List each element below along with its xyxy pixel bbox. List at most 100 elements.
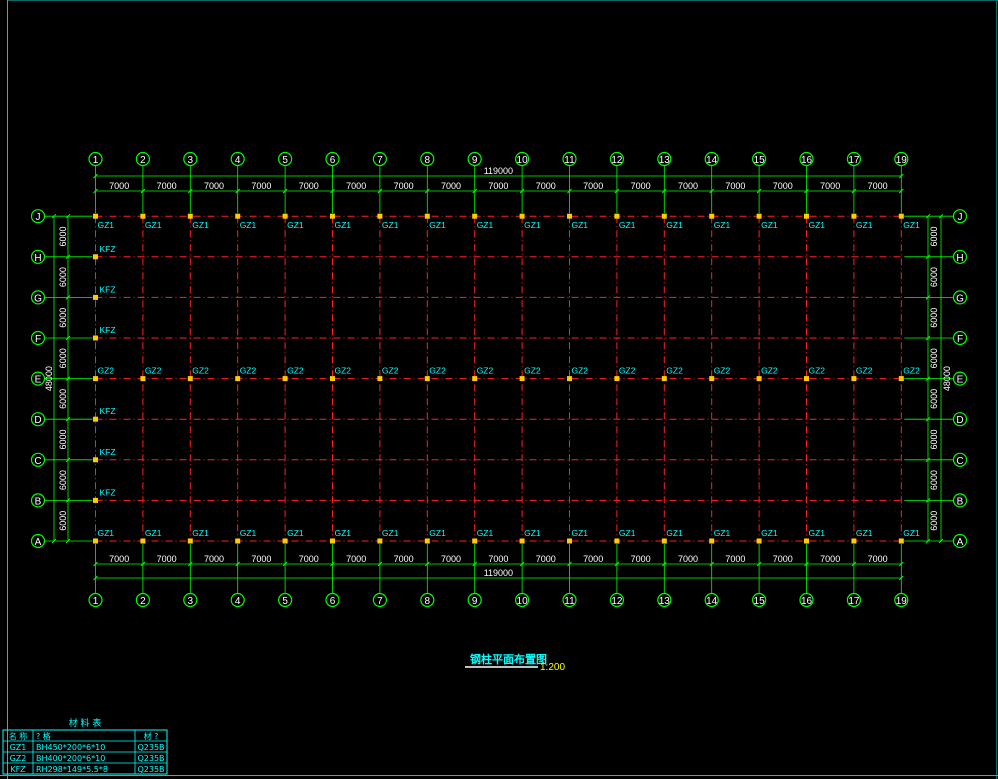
column-J-16 <box>804 213 809 219</box>
column-J-9 <box>472 213 478 219</box>
column-A-5-label: GZ1 <box>287 528 304 538</box>
column-J-7-label: GZ1 <box>382 220 399 230</box>
column-A-15-label: GZ1 <box>761 528 778 538</box>
column-J-1 <box>93 213 98 219</box>
axis-label-bottom-4: 4 <box>235 596 241 607</box>
axis-label-left-J: J <box>36 212 41 223</box>
column-E-1-label: GZ2 <box>98 366 115 376</box>
dim-bay-x-top-6: 7000 <box>346 181 366 191</box>
table-cell-3-0: KFZ <box>10 765 26 774</box>
axis-label-right-F: F <box>957 334 963 345</box>
column-kfz-F-label: KFZ <box>100 325 116 335</box>
dim-bay-x-top-2: 7000 <box>157 181 177 191</box>
column-A-14 <box>709 538 715 544</box>
column-E-17 <box>851 376 857 382</box>
dim-bay-x-bottom-6: 7000 <box>346 554 366 564</box>
column-J-7 <box>377 213 383 219</box>
column-A-7 <box>377 538 383 544</box>
dim-bay-y-left-2: 6000 <box>58 470 68 490</box>
dim-bay-y-right-1: 6000 <box>929 511 939 531</box>
dim-bay-x-bottom-5: 7000 <box>299 554 319 564</box>
column-A-19 <box>898 538 904 544</box>
column-kfz-C-label: KFZ <box>100 447 116 457</box>
column-E-11 <box>567 376 572 382</box>
column-A-4 <box>235 538 241 544</box>
column-J-11 <box>567 213 572 219</box>
column-E-8-label: GZ2 <box>429 366 446 376</box>
axis-label-left-C: C <box>34 456 41 467</box>
column-E-14-label: GZ2 <box>714 366 731 376</box>
grid-layer <box>95 215 902 542</box>
column-E-13 <box>661 376 667 382</box>
dim-bay-x-top-17: 7000 <box>868 181 888 191</box>
axis-label-bottom-6: 6 <box>330 596 336 607</box>
dim-total-x-bottom: 119000 <box>484 568 513 578</box>
column-A-8 <box>424 538 430 544</box>
dim-bay-x-bottom-13: 7000 <box>678 554 698 564</box>
column-A-16-label: GZ1 <box>809 528 826 538</box>
axis-label-left-A: A <box>35 537 42 548</box>
dim-bay-x-top-10: 7000 <box>536 181 556 191</box>
column-E-10 <box>519 376 525 382</box>
column-kfz-B-label: KFZ <box>100 487 116 497</box>
axis-label-right-G: G <box>956 293 964 304</box>
dim-bay-x-bottom-1: 7000 <box>109 554 129 564</box>
dim-bay-y-right-3: 6000 <box>929 429 939 449</box>
axis-label-bottom-15: 15 <box>754 596 766 607</box>
column-J-14-label: GZ1 <box>714 220 731 230</box>
column-J-15 <box>756 213 762 219</box>
column-J-13-label: GZ1 <box>666 220 683 230</box>
axis-label-right-B: B <box>957 496 964 507</box>
axis-label-bottom-16: 16 <box>801 596 813 607</box>
column-A-17-label: GZ1 <box>856 528 873 538</box>
column-A-9-label: GZ1 <box>477 528 494 538</box>
column-E-6 <box>330 376 335 382</box>
dim-bay-x-top-13: 7000 <box>678 181 698 191</box>
column-E-6-label: GZ2 <box>335 366 352 376</box>
axis-label-top-1: 1 <box>93 155 99 166</box>
column-J-10-label: GZ1 <box>524 220 541 230</box>
dim-bay-y-left-7: 6000 <box>58 267 68 287</box>
column-E-14 <box>709 376 715 382</box>
column-J-19 <box>898 213 904 219</box>
dim-bay-y-right-8: 6000 <box>929 226 939 246</box>
column-J-17 <box>851 213 857 219</box>
dim-bay-x-bottom-10: 7000 <box>536 554 556 564</box>
column-E-11-label: GZ2 <box>572 366 589 376</box>
dim-bay-x-bottom-7: 7000 <box>394 554 414 564</box>
axis-label-top-15: 15 <box>754 155 766 166</box>
column-A-3 <box>187 538 193 544</box>
axis-label-top-10: 10 <box>517 155 529 166</box>
axis-label-top-2: 2 <box>140 155 146 166</box>
axis-label-top-7: 7 <box>377 155 383 166</box>
axis-label-bottom-12: 12 <box>611 596 623 607</box>
axis-label-top-3: 3 <box>188 155 194 166</box>
axis-label-bottom-13: 13 <box>659 596 671 607</box>
column-A-15 <box>756 538 762 544</box>
table-cell-3-2: Q235B <box>137 765 164 774</box>
column-J-13 <box>661 213 667 219</box>
column-A-16 <box>804 538 809 544</box>
axis-label-bottom-10: 10 <box>517 596 529 607</box>
column-kfz-C <box>93 457 98 463</box>
column-E-9 <box>472 376 478 382</box>
column-E-19-label: GZ2 <box>903 366 920 376</box>
axis-label-top-17: 17 <box>848 155 860 166</box>
column-J-6-label: GZ1 <box>335 220 352 230</box>
axis-label-left-H: H <box>34 253 41 264</box>
column-E-2 <box>140 376 146 382</box>
axis-label-left-E: E <box>35 375 42 386</box>
column-E-9-label: GZ2 <box>477 366 494 376</box>
column-A-6 <box>330 538 335 544</box>
column-J-8 <box>424 213 430 219</box>
axis-label-left-F: F <box>35 334 41 345</box>
column-A-8-label: GZ1 <box>429 528 446 538</box>
column-E-16-label: GZ2 <box>809 366 826 376</box>
axis-label-top-8: 8 <box>425 155 431 166</box>
column-kfz-G <box>93 294 98 300</box>
table-header-0: 名 称 <box>9 731 28 741</box>
table-header-1: ? 格 <box>36 731 51 741</box>
column-E-3 <box>187 376 193 382</box>
column-E-4 <box>235 376 241 382</box>
axis-label-bottom-2: 2 <box>140 596 146 607</box>
